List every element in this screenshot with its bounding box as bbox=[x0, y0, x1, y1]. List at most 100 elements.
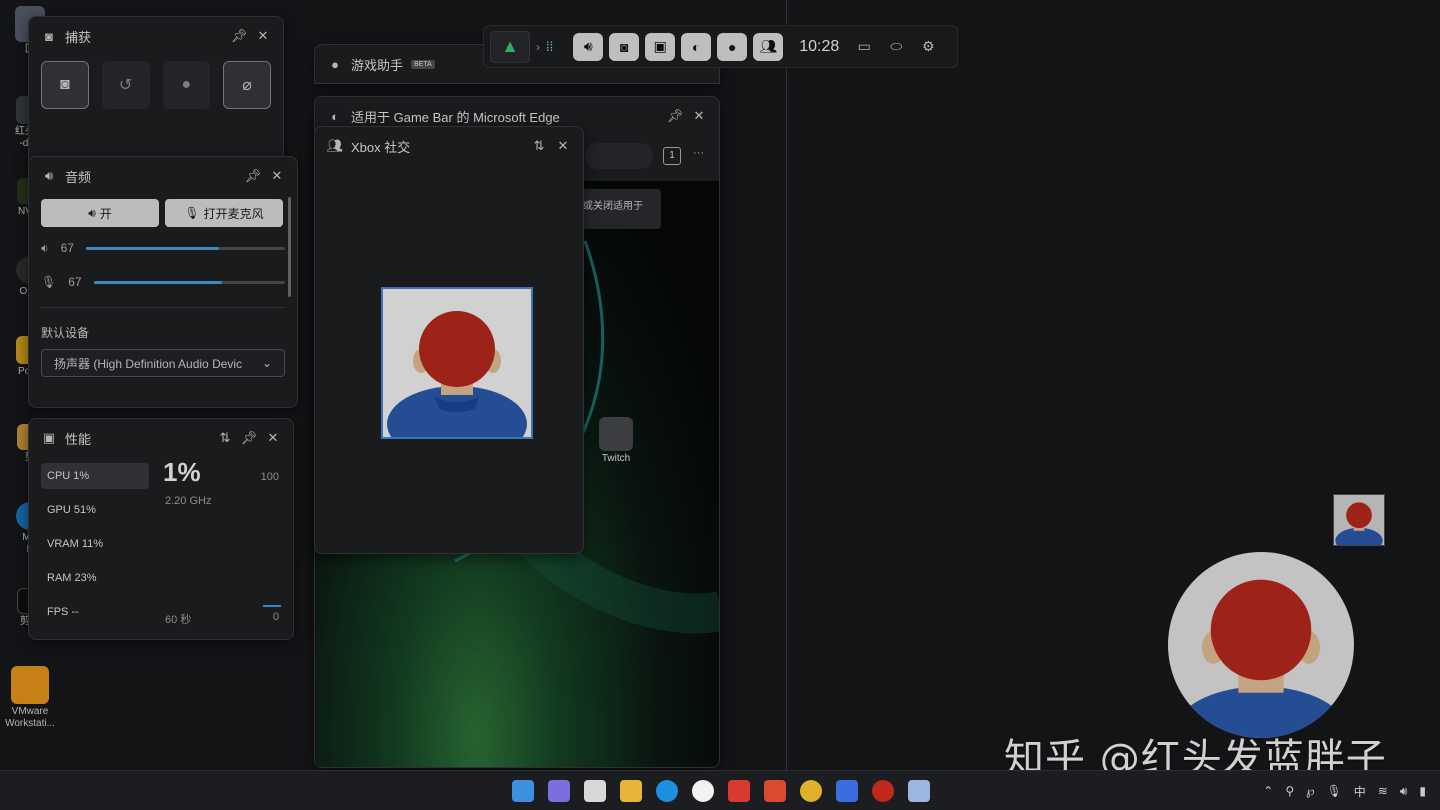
record-button[interactable]: ● bbox=[162, 61, 211, 109]
mouse-icon: ⬭ bbox=[890, 38, 903, 54]
screenshot-button[interactable]: ◙ bbox=[41, 61, 89, 109]
perf-item-gpu[interactable]: GPU 51% bbox=[41, 497, 149, 523]
desktop-icon-vmware[interactable]: VMware Workstati... bbox=[0, 666, 60, 730]
start-icon[interactable] bbox=[512, 780, 534, 802]
close-icon[interactable]: ✕ bbox=[269, 168, 285, 184]
mic-toggle-button[interactable]: ⌀ bbox=[223, 61, 271, 109]
close-icon[interactable]: ✕ bbox=[691, 108, 707, 124]
assistant-widget-button[interactable]: ● bbox=[717, 32, 748, 61]
twitch-label: Twitch bbox=[601, 453, 631, 464]
widgets-icon[interactable] bbox=[548, 780, 570, 802]
panda-app-icon[interactable] bbox=[692, 780, 714, 802]
speaker-icon: 🔊︎ bbox=[88, 205, 96, 220]
triangle-logo-icon: ▲ bbox=[501, 36, 519, 56]
camera-icon: ◙ bbox=[45, 28, 53, 44]
taskbar-apps bbox=[505, 780, 937, 802]
device-select[interactable]: 扬声器 (High Definition Audio Devic ⌄ bbox=[41, 349, 285, 377]
mic-volume-row: 🎙︎ 67 bbox=[29, 265, 297, 299]
chrome-icon[interactable] bbox=[800, 780, 822, 802]
wps-icon[interactable] bbox=[728, 780, 750, 802]
app-icon[interactable] bbox=[836, 780, 858, 802]
close-icon[interactable]: ✕ bbox=[555, 138, 571, 154]
clock: 10:28 bbox=[799, 37, 840, 55]
audio-panel[interactable]: 🔊︎ 音频 📌︎ ✕ 🔊︎ 开 🎙︎ 打开麦克风 🔉︎ 67 🎙︎ 67 默认设备 … bbox=[28, 156, 298, 408]
mic-icon[interactable]: 🎙︎ bbox=[1327, 784, 1342, 798]
tab-count[interactable]: 1 bbox=[663, 147, 681, 165]
speaker-on-button[interactable]: 🔊︎ 开 bbox=[41, 199, 159, 227]
more-menu-button[interactable]: ··· bbox=[693, 147, 704, 159]
taskbar: ⌃ ⚲ ℘ 🎙︎ 中 ≋ 🔊︎ ▮ bbox=[0, 770, 1440, 810]
edge-icon[interactable] bbox=[656, 780, 678, 802]
address-bar[interactable] bbox=[585, 143, 653, 169]
xbox-social-window[interactable]: 👥︎ Xbox 社交 ⇅ ✕ bbox=[314, 126, 584, 554]
file-explorer-icon[interactable] bbox=[620, 780, 642, 802]
record-last-button[interactable]: ↺ bbox=[101, 61, 150, 109]
pdf-icon[interactable] bbox=[764, 780, 786, 802]
camera-icon: ◙ bbox=[60, 76, 70, 93]
device-select-value: 扬声器 (High Definition Audio Devic bbox=[54, 356, 243, 371]
speaker-volume-row: 🔉︎ 67 bbox=[29, 231, 297, 265]
system-tray: ⌃ ⚲ ℘ 🎙︎ 中 ≋ 🔊︎ ▮ bbox=[1263, 771, 1426, 810]
mic-small-icon: 🎙︎ bbox=[41, 275, 57, 289]
close-icon[interactable]: ✕ bbox=[255, 28, 271, 44]
pen-icon[interactable]: ℘ bbox=[1306, 784, 1314, 798]
audio-title: 音频 bbox=[65, 169, 92, 185]
pin-icon[interactable]: 📌︎ bbox=[245, 168, 262, 184]
camera-icon: ◙ bbox=[620, 38, 629, 55]
twitch-tile[interactable] bbox=[599, 417, 633, 451]
perf-item-cpu[interactable]: CPU 1% bbox=[41, 463, 149, 489]
ime-indicator[interactable]: 中 bbox=[1354, 783, 1366, 800]
performance-panel[interactable]: ▣ 性能 ⇅ 📌︎ ✕ CPU 1% GPU 51% VRAM 11% RAM … bbox=[28, 418, 294, 640]
edge-window-title: 适用于 Game Bar 的 Microsoft Edge bbox=[351, 109, 560, 125]
slider-fill bbox=[93, 280, 222, 284]
notification-icon[interactable]: ▮ bbox=[1419, 784, 1426, 798]
speaker-button-label: 开 bbox=[99, 206, 112, 221]
perf-item-ram[interactable]: RAM 23% bbox=[41, 565, 149, 591]
history-icon: ↺ bbox=[118, 77, 133, 94]
settings-sliders-icon[interactable]: ⇅ bbox=[531, 138, 547, 154]
widget-menu-icon[interactable]: ⁞⁞ bbox=[546, 39, 553, 54]
social-widget-button[interactable]: 👥︎ bbox=[753, 32, 784, 61]
mic-icon: 🎙︎ bbox=[184, 206, 200, 220]
mic-button-label: 打开麦克风 bbox=[203, 206, 264, 221]
monitor-icon: ▣ bbox=[42, 430, 56, 445]
audio-widget-button[interactable]: 🔊︎ bbox=[573, 32, 604, 61]
speaker-icon: 🔊︎ bbox=[44, 168, 54, 183]
record-app-icon[interactable] bbox=[872, 780, 894, 802]
chevron-up-icon[interactable]: ⌃ bbox=[1263, 784, 1273, 798]
capture-panel[interactable]: ◙ 捕获 📌︎ ✕ ◙ ↺ ● ⌀ bbox=[28, 16, 284, 166]
wifi-icon[interactable]: ≋ bbox=[1378, 784, 1388, 798]
task-view-icon[interactable] bbox=[584, 780, 606, 802]
monitor-icon: ▣ bbox=[653, 38, 667, 54]
xbox-title: Xbox 社交 bbox=[351, 139, 411, 155]
perf-item-vram[interactable]: VRAM 11% bbox=[41, 531, 149, 557]
settings-sliders-icon[interactable]: ⇅ bbox=[217, 430, 233, 446]
perf-item-fps[interactable]: FPS -- bbox=[41, 599, 149, 625]
perf-frequency: 2.20 GHz bbox=[165, 495, 212, 507]
pin-icon[interactable]: 📌︎ bbox=[667, 108, 684, 124]
people-icon: 👥︎ bbox=[759, 38, 778, 54]
perf-title: 性能 bbox=[65, 431, 92, 447]
mic-volume-slider[interactable] bbox=[93, 280, 285, 284]
edge-widget-button[interactable]: ◐ bbox=[681, 32, 712, 61]
assistant-title: 游戏助手 bbox=[351, 57, 404, 73]
close-icon[interactable]: ✕ bbox=[265, 430, 281, 446]
mic-on-button[interactable]: 🎙︎ 打开麦克风 bbox=[165, 199, 283, 227]
snipping-tool-icon[interactable] bbox=[908, 780, 930, 802]
gamebar-logo[interactable]: ▲ bbox=[490, 30, 530, 63]
speaker-volume-slider[interactable] bbox=[85, 246, 285, 250]
capture-widget-button[interactable]: ◙ bbox=[609, 32, 640, 61]
scrollbar[interactable] bbox=[288, 197, 291, 297]
slider-fill bbox=[85, 246, 220, 250]
default-device-label: 默认设备 bbox=[41, 326, 90, 340]
performance-widget-button[interactable]: ▣ bbox=[645, 32, 676, 61]
gear-icon[interactable]: ⚙ bbox=[915, 33, 941, 61]
volume-icon[interactable]: 🔊︎ bbox=[1400, 784, 1408, 799]
divider bbox=[786, 0, 787, 770]
speaker-volume-value: 67 bbox=[60, 241, 74, 255]
chevron-right-icon[interactable]: › bbox=[536, 40, 540, 54]
search-icon[interactable]: ⚲ bbox=[1285, 784, 1294, 798]
pin-icon[interactable]: 📌︎ bbox=[231, 28, 248, 44]
pin-icon[interactable]: 📌︎ bbox=[241, 430, 258, 446]
battery-icon: ▭ bbox=[857, 38, 871, 54]
